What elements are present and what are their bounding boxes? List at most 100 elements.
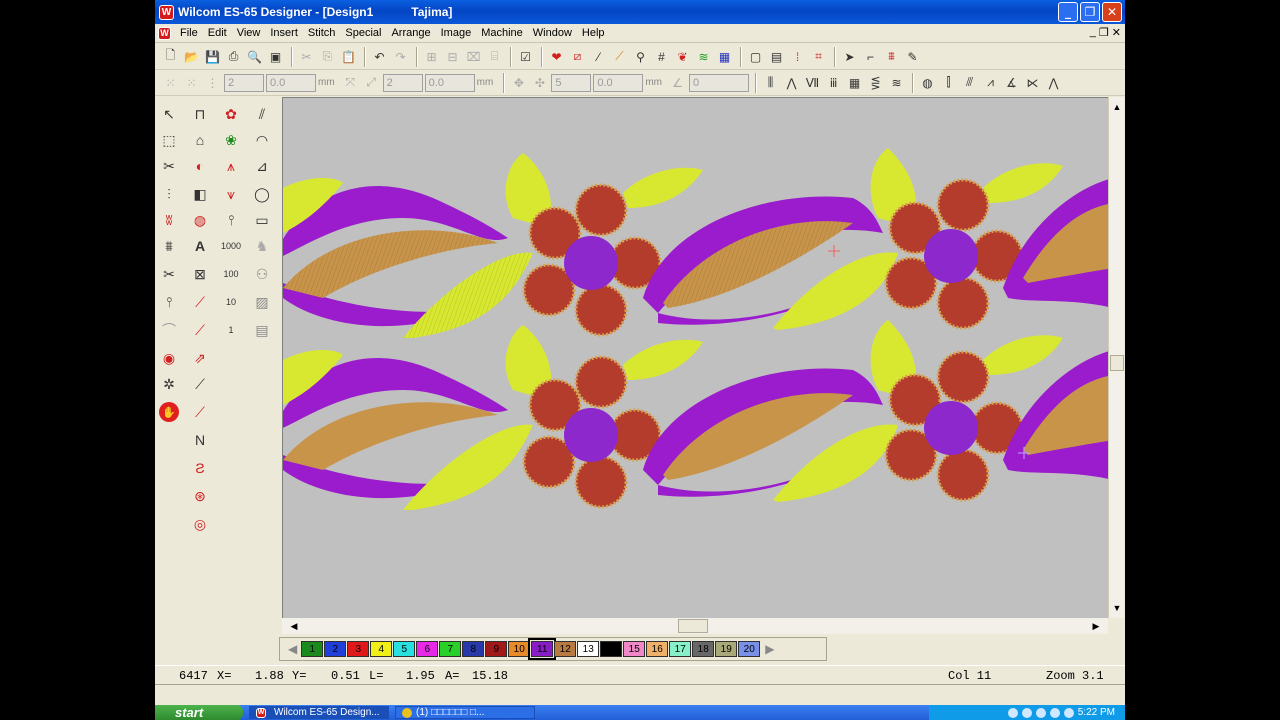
vertical-scrollbar[interactable]: ▲ ▼ <box>1108 97 1124 618</box>
manual-stitch-icon[interactable]: ⫶ <box>157 182 181 206</box>
turning-icon[interactable]: ⩘ <box>981 73 1000 92</box>
curve-icon[interactable]: ◠ <box>250 128 274 152</box>
star-icon[interactable]: ⊛ <box>188 484 212 508</box>
pot-icon[interactable]: ❀ <box>219 128 243 152</box>
copy-icon[interactable]: ⎘ <box>318 47 337 66</box>
polygon-select-icon[interactable]: ⬚ <box>157 128 181 152</box>
new-icon[interactable]: 🗋 <box>161 47 180 66</box>
pen-icon[interactable]: ✎ <box>903 47 922 66</box>
ungroup-icon[interactable]: ⊟ <box>443 47 462 66</box>
palette-next-icon[interactable]: ▶ <box>765 642 774 656</box>
tray-update-icon[interactable] <box>1063 707 1074 718</box>
color-swatch[interactable]: 17 <box>669 641 692 657</box>
color-swatch[interactable]: 3 <box>347 641 370 657</box>
color-swatch[interactable]: 4 <box>370 641 393 657</box>
stitch-angle-icon[interactable]: ∡ <box>1002 73 1021 92</box>
color-swatch[interactable]: 1 <box>301 641 324 657</box>
eye-icon[interactable]: ◉ <box>157 346 181 370</box>
tatami-icon[interactable]: ⋀ <box>782 73 801 92</box>
taskbar-browser[interactable]: (1) □□□□□□ □... <box>395 706 535 719</box>
document-icon[interactable]: W <box>158 26 171 40</box>
tru-view-icon[interactable]: ≋ <box>694 47 713 66</box>
stitch-edit-icon[interactable]: ⩩ <box>882 47 901 66</box>
redo-icon[interactable]: ↷ <box>391 47 410 66</box>
color-swatch[interactable]: 7 <box>439 641 462 657</box>
polyline-icon[interactable]: ⊿ <box>250 154 274 178</box>
show-grid-icon[interactable]: # <box>652 47 671 66</box>
scroll-down-icon[interactable]: ▼ <box>1109 600 1125 616</box>
color-swatch[interactable]: 10 <box>508 641 531 657</box>
align-icon[interactable]: ✣ <box>530 73 549 92</box>
vertical-scroll-thumb[interactable] <box>1110 355 1124 371</box>
save-icon[interactable]: 💾 <box>203 47 222 66</box>
stitch-count-1000-icon[interactable]: 1000 <box>219 234 243 258</box>
color-swatch[interactable]: 8 <box>462 641 485 657</box>
arc-icon[interactable]: ⌒ <box>157 318 181 342</box>
design-canvas[interactable] <box>282 97 1108 618</box>
select-arrow-icon[interactable]: ↖ <box>157 102 181 126</box>
bird-icon[interactable]: ♞ <box>250 234 274 258</box>
column-b-icon[interactable]: ⟋ <box>188 318 212 342</box>
stop-icon[interactable]: ✋ <box>157 400 181 424</box>
restore-button[interactable]: ❐ <box>1080 2 1100 22</box>
outline-icon[interactable]: ◧ <box>188 182 212 206</box>
export-icon[interactable]: ▣ <box>266 47 285 66</box>
zigzag-icon[interactable]: ⋀ <box>1044 73 1063 92</box>
image-crop-icon[interactable]: ▤ <box>250 318 274 342</box>
color-swatch[interactable]: 15 <box>623 641 646 657</box>
rotate-icon[interactable]: ⤧ <box>341 73 360 92</box>
close-button[interactable]: ✕ <box>1102 2 1122 22</box>
columns-icon[interactable]: ⁙ <box>182 73 201 92</box>
stitch-count-1-icon[interactable]: 1 <box>219 318 243 342</box>
triple-run-icon[interactable]: ⅲ <box>824 73 843 92</box>
color-swatch[interactable]: 20 <box>738 641 761 657</box>
mdi-close-button[interactable]: ✕ <box>1112 26 1121 39</box>
spacing-y-field[interactable]: 0.0 <box>424 73 475 92</box>
menu-arrange[interactable]: Arrange <box>386 27 435 39</box>
show-needle-points-icon[interactable]: ⁄ <box>589 47 608 66</box>
palette-prev-icon[interactable]: ◀ <box>288 642 297 656</box>
flower-icon[interactable]: ✿ <box>219 102 243 126</box>
offset-field[interactable]: 0.0 <box>593 73 644 92</box>
satin-icon[interactable]: ⫼ <box>761 73 780 92</box>
needle-icon[interactable]: ⫯ <box>219 208 243 232</box>
menu-view[interactable]: View <box>232 27 266 39</box>
rotate-tool-icon[interactable]: ◐ <box>188 154 212 178</box>
show-functions-icon[interactable]: ⚲ <box>631 47 650 66</box>
binoculars-icon[interactable]: ⚇ <box>250 262 274 286</box>
rows-icon[interactable]: ⋮ <box>203 73 222 92</box>
ellipse-icon[interactable]: ◯ <box>250 182 274 206</box>
show-outlines-icon[interactable]: ⧄ <box>568 47 587 66</box>
spacing-x-field[interactable]: 0.0 <box>266 73 316 92</box>
color-swatch[interactable]: 11 <box>528 638 557 660</box>
color-swatch[interactable] <box>600 641 623 657</box>
print-preview-icon[interactable]: 🔍 <box>245 47 264 66</box>
column-a-icon[interactable]: ⟋ <box>188 290 212 314</box>
pull-comp-icon[interactable]: ⫿ <box>939 73 958 92</box>
color-swatch[interactable]: 19 <box>715 641 738 657</box>
spacing-count-field[interactable]: 2 <box>224 73 264 92</box>
show-design-icon[interactable]: ⁞ <box>788 47 807 66</box>
density-icon[interactable]: ⋉ <box>1023 73 1042 92</box>
show-hoop-icon[interactable]: ▢ <box>746 47 765 66</box>
menu-insert[interactable]: Insert <box>265 27 303 39</box>
angle-field[interactable]: 0 <box>689 73 750 92</box>
menu-special[interactable]: Special <box>340 27 386 39</box>
measure-icon[interactable]: ⌗ <box>809 47 828 66</box>
applique-icon[interactable]: ⊠ <box>188 262 212 286</box>
tray-arrow-icon[interactable] <box>1007 707 1018 718</box>
color-swatch[interactable]: 9 <box>485 641 508 657</box>
fill-icon[interactable]: ▦ <box>845 73 864 92</box>
unlock-icon[interactable]: ⌸ <box>485 47 504 66</box>
check-icon[interactable]: ☑ <box>516 47 535 66</box>
show-bitmap-icon[interactable]: ▦ <box>715 47 734 66</box>
stitch-count-100-icon[interactable]: 100 <box>219 262 243 286</box>
rectangle-icon[interactable]: ▭ <box>250 208 274 232</box>
sequence-icon[interactable]: ✂ <box>157 262 181 286</box>
color-swatch[interactable]: 13 <box>577 641 600 657</box>
complex-fill-icon[interactable]: N <box>188 428 212 452</box>
triple-run-tool-icon[interactable]: ⟋ <box>188 400 212 424</box>
wave-fill-icon[interactable]: ≋ <box>887 73 906 92</box>
reshape-tool-icon[interactable]: ⊓ <box>188 102 212 126</box>
menu-stitch[interactable]: Stitch <box>303 27 341 39</box>
